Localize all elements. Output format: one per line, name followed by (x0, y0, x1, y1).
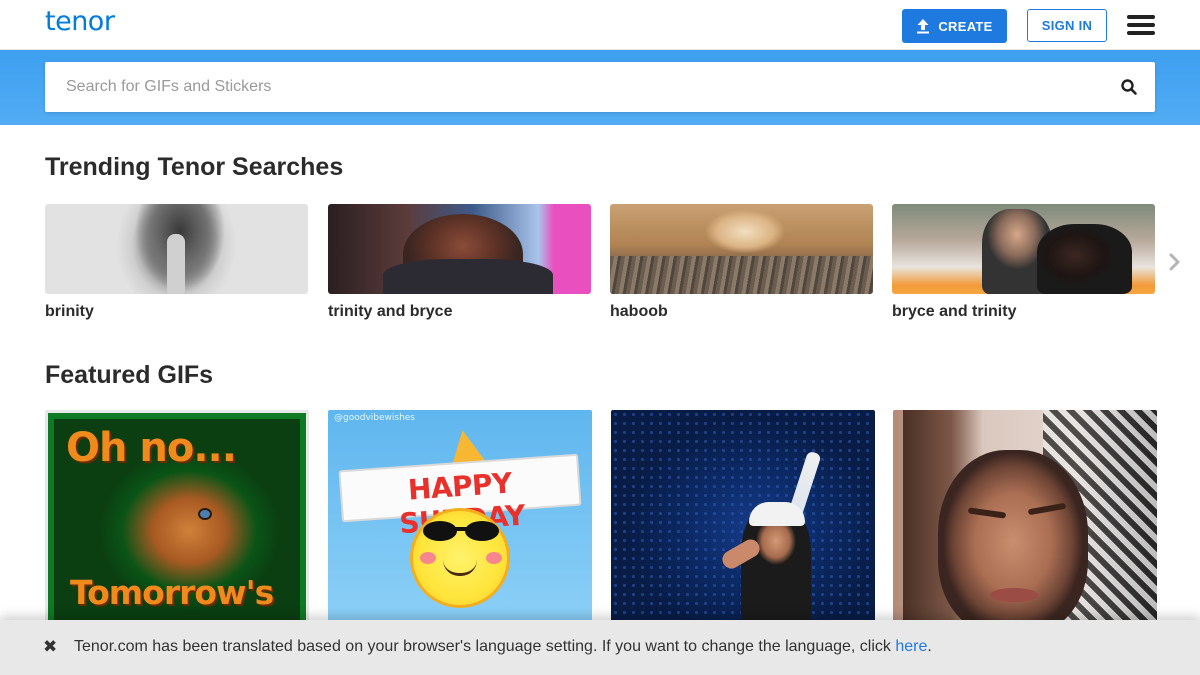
trending-item[interactable]: haboob (610, 204, 873, 321)
trending-item[interactable]: brinity (45, 204, 308, 321)
player-cap (749, 502, 805, 526)
tenor-logo[interactable]: tenor (45, 6, 115, 37)
trending-item-label: trinity and bryce (328, 303, 453, 320)
sign-in-button[interactable]: SIGN IN (1027, 9, 1107, 42)
create-button[interactable]: CREATE (902, 9, 1007, 43)
search-band (0, 50, 1200, 125)
trending-item-label: haboob (610, 303, 668, 320)
close-x-icon[interactable]: ✖ (43, 637, 61, 657)
magnifier-icon[interactable] (1120, 78, 1140, 98)
notice-text: Tenor.com has been translated based on y… (74, 638, 932, 656)
cheek (486, 552, 502, 564)
search-box (45, 62, 1155, 112)
trending-section-title: Trending Tenor Searches (45, 153, 344, 181)
change-language-link[interactable]: here (895, 638, 927, 655)
notice-suffix: . (927, 638, 932, 655)
cat-eye (198, 508, 212, 520)
top-header: tenor CREATE SIGN IN (0, 0, 1200, 50)
featured-gif[interactable]: @goodvibewishes HAPPY SUNDAY (328, 410, 592, 625)
upload-arrow-icon (917, 19, 930, 34)
language-notice-bar: ✖ Tenor.com has been translated based on… (0, 620, 1200, 675)
trending-thumbnail (892, 204, 1155, 294)
notice-message: Tenor.com has been translated based on y… (74, 638, 896, 655)
featured-section-title: Featured GIFs (45, 361, 214, 389)
featured-gif[interactable]: Oh no... Tomorrow's (45, 410, 309, 625)
trending-thumbnail (328, 204, 591, 294)
featured-gif[interactable] (611, 410, 875, 625)
search-input[interactable] (45, 62, 1105, 112)
chevron-right-icon[interactable] (1166, 252, 1184, 272)
trending-thumbnail (610, 204, 873, 294)
sign-in-button-label: SIGN IN (1041, 18, 1093, 33)
gif-caption-bottom: Tomorrow's (70, 573, 274, 612)
hamburger-menu-icon[interactable] (1127, 15, 1155, 35)
gif-credit: @goodvibewishes (334, 413, 415, 423)
trending-thumbnail (45, 204, 308, 294)
lips (990, 588, 1038, 602)
gif-caption-top: Oh no... (66, 425, 237, 471)
trending-item-label: bryce and trinity (892, 303, 1017, 320)
create-button-label: CREATE (938, 18, 993, 34)
trending-item-label: brinity (45, 303, 94, 320)
cheek (420, 552, 436, 564)
sunglasses-icon (423, 521, 499, 541)
featured-gif[interactable] (893, 410, 1157, 625)
trending-item[interactable]: trinity and bryce (328, 204, 591, 321)
trending-item[interactable]: bryce and trinity (892, 204, 1155, 321)
